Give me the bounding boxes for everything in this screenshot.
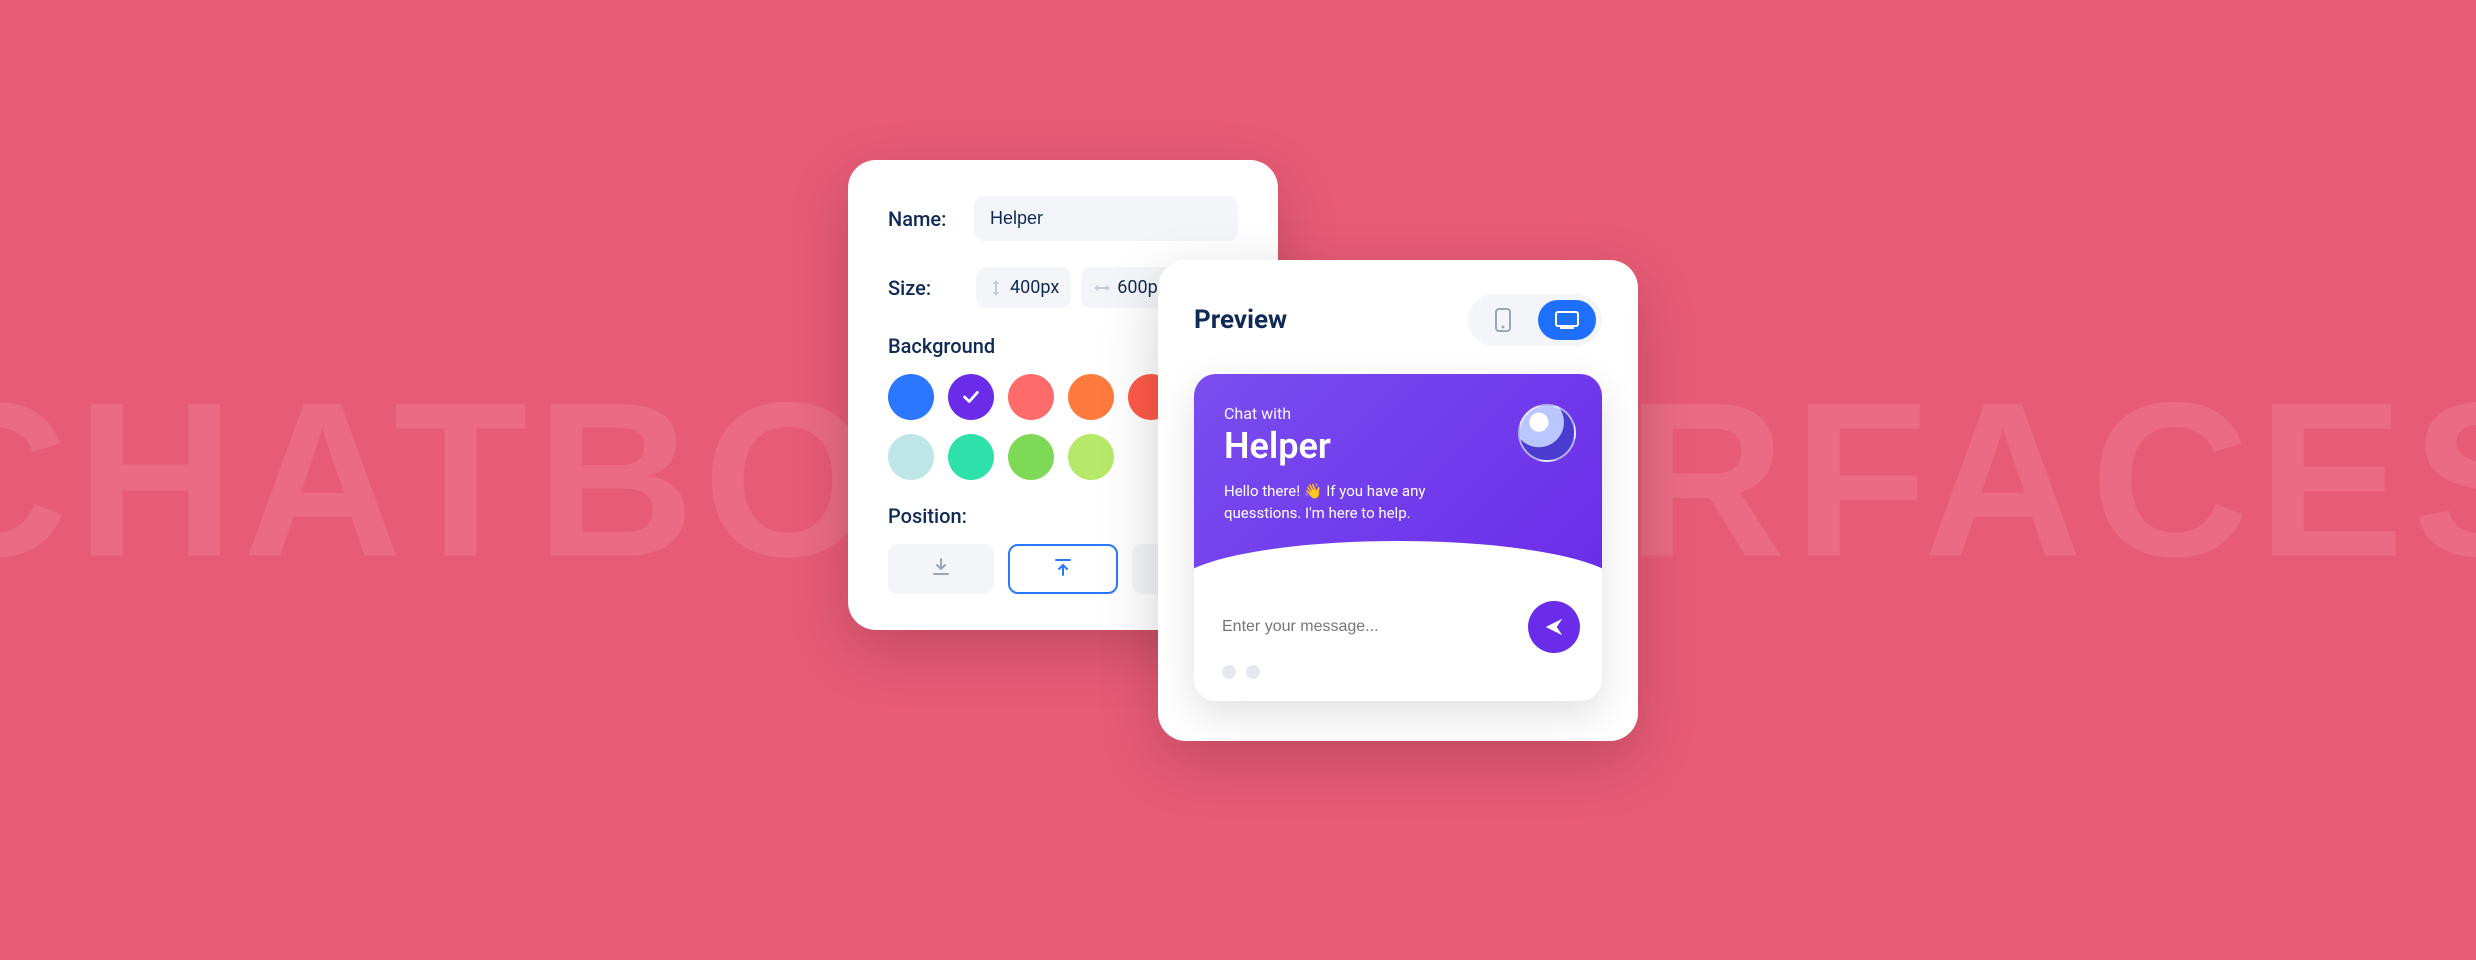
arrow-bottom-icon xyxy=(929,555,953,583)
chat-header: Chat with Helper Hello there! 👋 If you h… xyxy=(1194,374,1602,595)
size-height-input[interactable]: 400px xyxy=(976,267,1071,308)
color-swatch-9[interactable] xyxy=(1068,434,1114,480)
color-swatch-0[interactable] xyxy=(888,374,934,420)
position-bottom-button[interactable] xyxy=(888,544,994,594)
send-icon xyxy=(1543,616,1565,638)
mobile-icon xyxy=(1494,307,1512,333)
vertical-arrows-icon xyxy=(988,279,1004,297)
position-top-button[interactable] xyxy=(1008,544,1118,594)
arrow-top-icon xyxy=(1051,555,1075,583)
color-swatch-8[interactable] xyxy=(1008,434,1054,480)
horizontal-arrows-icon xyxy=(1093,280,1111,296)
wave-divider xyxy=(1194,541,1602,597)
desktop-icon xyxy=(1554,310,1580,330)
typing-indicator xyxy=(1194,665,1602,701)
name-input[interactable] xyxy=(974,196,1238,241)
preview-card: Preview Chat with He xyxy=(1158,260,1638,741)
color-swatch-7[interactable] xyxy=(948,434,994,480)
preview-title: Preview xyxy=(1194,305,1287,335)
size-height-value: 400px xyxy=(1010,277,1059,298)
device-mobile-button[interactable] xyxy=(1474,300,1532,340)
chat-greeting: Hello there! 👋 If you have any quesstion… xyxy=(1224,481,1444,525)
size-label: Size: xyxy=(888,276,958,300)
color-swatch-6[interactable] xyxy=(888,434,934,480)
color-swatch-1[interactable] xyxy=(948,374,994,420)
device-desktop-button[interactable] xyxy=(1538,300,1596,340)
chat-widget: Chat with Helper Hello there! 👋 If you h… xyxy=(1194,374,1602,701)
color-swatch-2[interactable] xyxy=(1008,374,1054,420)
color-swatch-3[interactable] xyxy=(1068,374,1114,420)
chat-message-input[interactable] xyxy=(1222,618,1514,636)
name-label: Name: xyxy=(888,207,956,231)
bot-avatar xyxy=(1518,404,1576,462)
send-button[interactable] xyxy=(1528,601,1580,653)
device-toggle xyxy=(1468,294,1602,346)
check-icon xyxy=(960,386,982,408)
